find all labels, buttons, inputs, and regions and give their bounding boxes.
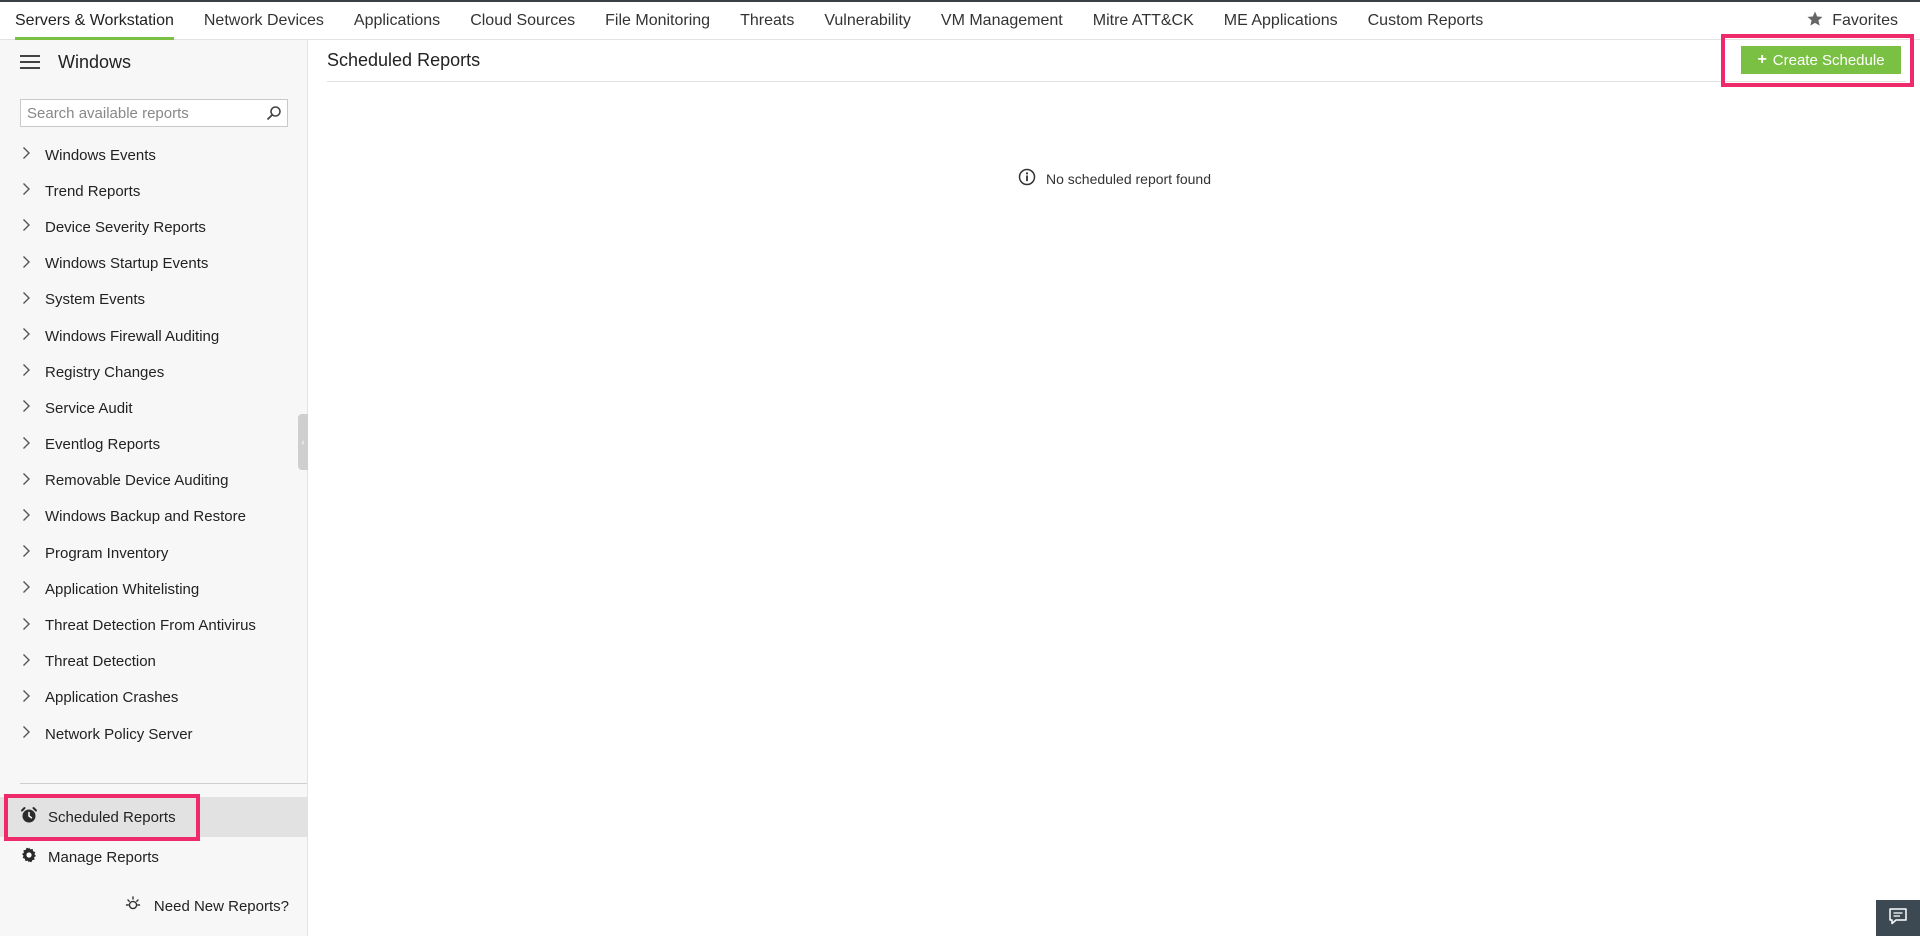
category-label: Eventlog Reports [45, 436, 161, 454]
tab-vulnerability[interactable]: Vulnerability [809, 2, 926, 39]
category-label: Windows Backup and Restore [45, 508, 246, 526]
category-label: System Events [45, 291, 146, 309]
need-new-reports-label: Need New Reports? [153, 897, 289, 915]
category-label: Service Audit [45, 399, 133, 417]
chevron-right-icon [22, 436, 31, 454]
chevron-right-icon [22, 363, 31, 381]
sidebar-item-category[interactable]: Removable Device Auditing [0, 463, 307, 499]
empty-state: No scheduled report found [309, 168, 1920, 189]
sidebar-item-category[interactable]: Network Policy Server [0, 716, 307, 752]
create-schedule-button[interactable]: + Create Schedule [1741, 46, 1901, 74]
report-search [20, 99, 288, 127]
chevron-right-icon [22, 291, 31, 309]
reports-sidebar: Windows Windows Events Trend Reports Devic… [0, 40, 308, 936]
need-new-reports-link[interactable]: Need New Reports? [124, 894, 289, 918]
alarm-clock-icon [20, 806, 38, 828]
scheduled-reports-label: Scheduled Reports [48, 808, 176, 826]
sidebar-item-category[interactable]: Registry Changes [0, 354, 307, 390]
sidebar-item-category[interactable]: Device Severity Reports [0, 209, 307, 245]
tab-threats[interactable]: Threats [725, 2, 809, 39]
chevron-right-icon [22, 327, 31, 345]
star-icon [1806, 10, 1824, 33]
sidebar-item-category[interactable]: Program Inventory [0, 535, 307, 571]
sidebar-item-category[interactable]: Windows Backup and Restore [0, 499, 307, 535]
tab-custom-reports[interactable]: Custom Reports [1353, 2, 1499, 39]
menu-icon[interactable] [20, 55, 40, 69]
sidebar-item-category[interactable]: Threat Detection From Antivirus [0, 607, 307, 643]
favorites-label: Favorites [1832, 12, 1898, 29]
category-label: Device Severity Reports [45, 218, 206, 236]
create-schedule-label: Create Schedule [1772, 51, 1885, 69]
page-title: Scheduled Reports [327, 50, 481, 70]
chevron-right-icon [22, 146, 31, 164]
category-label: Windows Startup Events [45, 255, 209, 273]
category-label: Windows Firewall Auditing [45, 327, 220, 345]
tab-file-monitoring[interactable]: File Monitoring [590, 2, 725, 39]
sidebar-item-scheduled-reports[interactable]: Scheduled Reports [0, 797, 307, 837]
category-label: Application Whitelisting [45, 580, 200, 598]
category-label: Network Policy Server [45, 725, 193, 743]
category-label: Threat Detection [45, 653, 156, 671]
chevron-left-icon: ‹ [301, 436, 305, 447]
category-label: Threat Detection From Antivirus [45, 617, 256, 635]
tab-network-devices[interactable]: Network Devices [189, 2, 339, 39]
chevron-right-icon [22, 580, 31, 598]
chevron-right-icon [22, 182, 31, 200]
sidebar-item-category[interactable]: Windows Startup Events [0, 246, 307, 282]
sidebar-item-category[interactable]: Application Crashes [0, 680, 307, 716]
category-label: Trend Reports [45, 182, 141, 200]
search-icon[interactable] [261, 100, 287, 126]
sidebar-item-category[interactable]: System Events [0, 282, 307, 318]
sidebar-item-category[interactable]: Application Whitelisting [0, 571, 307, 607]
chevron-right-icon [22, 653, 31, 671]
tab-servers-workstation[interactable]: Servers & Workstation [0, 2, 189, 40]
tab-cloud-sources[interactable]: Cloud Sources [455, 2, 590, 39]
chevron-right-icon [22, 617, 31, 635]
report-category-list: Windows Events Trend Reports Device Severi… [0, 137, 307, 752]
tab-mitre-attack[interactable]: Mitre ATT&CK [1078, 2, 1209, 39]
sidebar-item-category[interactable]: Trend Reports [0, 173, 307, 209]
sidebar-item-category[interactable]: Threat Detection [0, 644, 307, 680]
plus-icon: + [1757, 51, 1767, 68]
category-label: Windows Events [45, 146, 156, 164]
chevron-right-icon [22, 255, 31, 273]
chevron-right-icon [22, 508, 31, 526]
content-header: Scheduled Reports [327, 40, 1906, 82]
favorites-button[interactable]: Favorites [1806, 2, 1898, 40]
chevron-right-icon [22, 689, 31, 707]
sidebar-item-category[interactable]: Service Audit [0, 390, 307, 426]
manage-reports-label: Manage Reports [48, 848, 159, 866]
sidebar-item-category[interactable]: Windows Events [0, 137, 307, 173]
main-content: Scheduled Reports + Create Schedule No s… [309, 40, 1920, 936]
tab-applications[interactable]: Applications [339, 2, 455, 39]
sidebar-header: Windows [0, 40, 307, 84]
top-navigation: Servers & Workstation Network Devices Ap… [0, 0, 1920, 40]
info-icon [1018, 168, 1036, 189]
category-label: Registry Changes [45, 363, 165, 381]
sidebar-item-category[interactable]: Eventlog Reports [0, 427, 307, 463]
category-label: Program Inventory [45, 544, 169, 562]
empty-message: No scheduled report found [1046, 170, 1211, 187]
sidebar-title: Windows [58, 51, 132, 72]
sidebar-collapse-handle[interactable]: ‹ [298, 414, 308, 470]
lightbulb-icon [124, 895, 142, 917]
category-label: Application Crashes [45, 689, 179, 707]
sidebar-divider [20, 783, 307, 784]
chevron-right-icon [22, 725, 31, 743]
tab-me-applications[interactable]: ME Applications [1209, 2, 1353, 39]
sidebar-item-manage-reports[interactable]: Manage Reports [0, 837, 307, 877]
chat-icon [1888, 907, 1908, 930]
tab-vm-management[interactable]: VM Management [926, 2, 1078, 39]
chevron-right-icon [22, 544, 31, 562]
sidebar-item-category[interactable]: Windows Firewall Auditing [0, 318, 307, 354]
gear-icon [20, 846, 38, 868]
chat-button[interactable] [1876, 900, 1920, 936]
search-input[interactable] [21, 104, 261, 122]
chevron-right-icon [22, 472, 31, 490]
module-tabs: Servers & Workstation Network Devices Ap… [0, 2, 1499, 40]
category-label: Removable Device Auditing [45, 472, 229, 490]
chevron-right-icon [22, 218, 31, 236]
chevron-right-icon [22, 399, 31, 417]
